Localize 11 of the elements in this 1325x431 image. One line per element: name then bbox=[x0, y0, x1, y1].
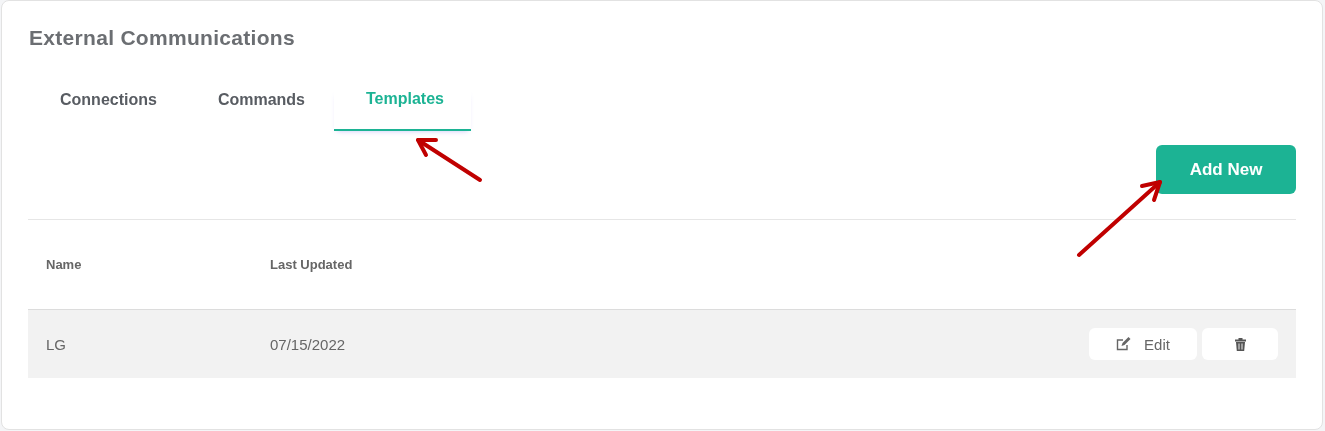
table-cell-text: LG bbox=[46, 335, 67, 353]
column-header: Last Updated bbox=[270, 257, 354, 272]
tab[interactable]: Connections bbox=[28, 90, 184, 131]
edit-button[interactable]: Edit bbox=[1089, 328, 1197, 360]
panel-title: External Communications bbox=[29, 26, 296, 50]
tab[interactable]: Commands bbox=[185, 90, 332, 131]
delete-button[interactable] bbox=[1202, 328, 1278, 360]
table-cell-text: 07/15/2022 bbox=[270, 335, 347, 353]
edit-icon bbox=[1116, 337, 1132, 351]
column-header: Name bbox=[46, 257, 83, 272]
trash-icon bbox=[1234, 337, 1246, 351]
